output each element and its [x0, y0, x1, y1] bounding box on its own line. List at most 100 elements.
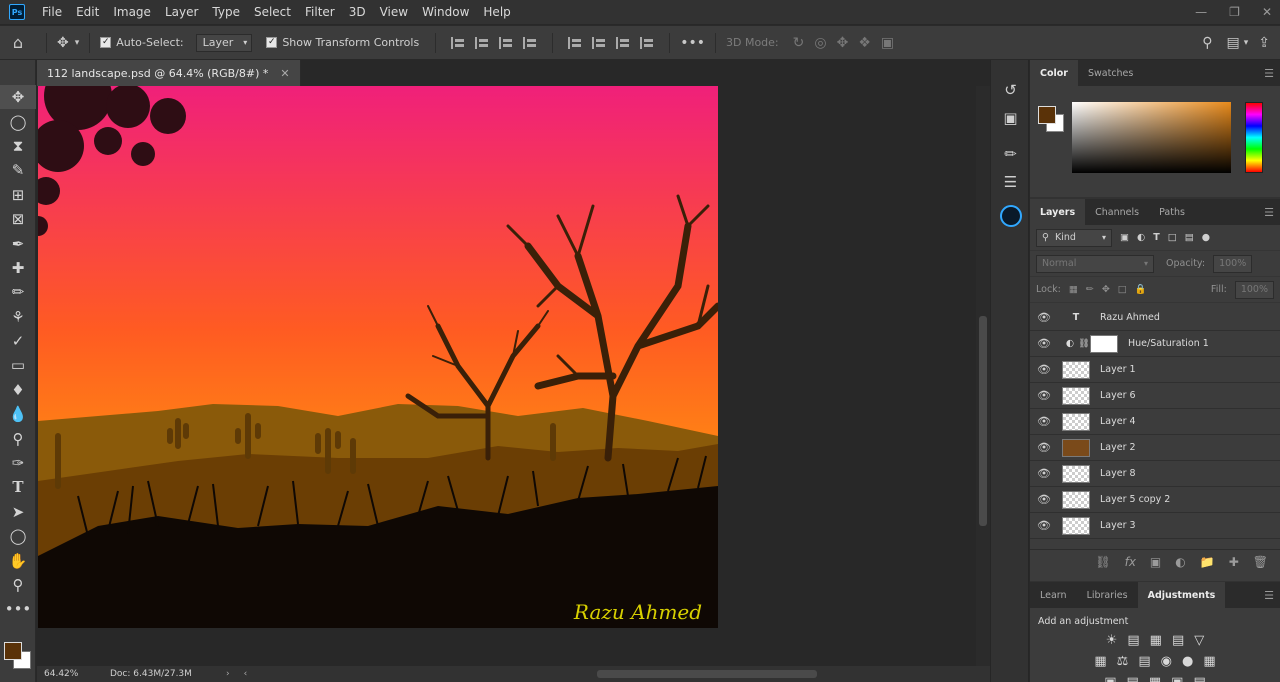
- visibility-eye-icon[interactable]: 👁: [1030, 467, 1058, 480]
- ellipse-tool-icon[interactable]: ◯: [0, 524, 36, 548]
- lock-transparency-icon[interactable]: ▦: [1069, 284, 1078, 295]
- layer-row[interactable]: 👁 Layer 1: [1030, 357, 1280, 383]
- menu-filter[interactable]: Filter: [298, 0, 342, 24]
- canvas-artwork[interactable]: Razu Ahmed: [38, 86, 718, 628]
- curves-icon[interactable]: ▦: [1150, 633, 1162, 648]
- hue-saturation-icon[interactable]: ▦: [1094, 654, 1106, 669]
- 3d-orbit-icon[interactable]: ↻: [793, 35, 805, 51]
- zoom-level[interactable]: 64.42%: [44, 669, 110, 679]
- new-layer-icon[interactable]: ✚: [1229, 555, 1239, 569]
- filter-toggle-icon[interactable]: ●: [1202, 232, 1210, 243]
- brush-settings-icon[interactable]: ✏: [991, 140, 1030, 168]
- blend-mode-dropdown[interactable]: Normal ▾: [1036, 254, 1154, 273]
- black-white-icon[interactable]: ▤: [1138, 654, 1150, 669]
- layer-row[interactable]: 👁 Layer 8: [1030, 461, 1280, 487]
- brightness-contrast-icon[interactable]: ☀: [1106, 633, 1118, 648]
- visibility-eye-icon[interactable]: 👁: [1030, 415, 1058, 428]
- posterize-icon[interactable]: ▤: [1127, 675, 1139, 682]
- menu-file[interactable]: File: [35, 0, 69, 24]
- add-mask-icon[interactable]: ▣: [1150, 555, 1161, 569]
- quick-select-tool-icon[interactable]: ✎: [0, 158, 36, 182]
- visibility-eye-icon[interactable]: 👁: [1030, 311, 1058, 324]
- exposure-icon[interactable]: ▤: [1172, 633, 1184, 648]
- dodge-tool-icon[interactable]: ⚲: [0, 426, 36, 450]
- layer-row[interactable]: 👁 Layer 3: [1030, 513, 1280, 539]
- horizontal-scrollbar-thumb[interactable]: [597, 670, 817, 678]
- delete-layer-icon[interactable]: 🗑: [1253, 555, 1268, 569]
- path-selection-tool-icon[interactable]: ➤: [0, 500, 36, 524]
- visibility-eye-icon[interactable]: 👁: [1030, 337, 1058, 350]
- distribute-vertical-icon[interactable]: [640, 36, 654, 49]
- lock-position-icon[interactable]: ✥: [1102, 284, 1110, 295]
- type-tool-icon[interactable]: T: [0, 475, 36, 499]
- panel-menu-icon[interactable]: ☰: [1264, 206, 1274, 219]
- move-tool-icon[interactable]: ✥: [0, 85, 36, 110]
- chevron-right-icon[interactable]: ›: [226, 669, 230, 679]
- gradient-map-icon[interactable]: ▣: [1171, 675, 1183, 682]
- align-left-icon[interactable]: [451, 36, 465, 49]
- menu-image[interactable]: Image: [106, 0, 158, 24]
- filter-pixel-icon[interactable]: ▣: [1120, 232, 1129, 243]
- frame-tool-icon[interactable]: ⊠: [0, 207, 36, 231]
- hand-tool-icon[interactable]: ✋: [0, 548, 36, 572]
- invert-icon[interactable]: ▣: [1104, 675, 1116, 682]
- layer-row[interactable]: 👁 Layer 5 copy 2: [1030, 487, 1280, 513]
- visibility-eye-icon[interactable]: 👁: [1030, 441, 1058, 454]
- crop-tool-icon[interactable]: ⊞: [0, 183, 36, 207]
- history-panel-icon[interactable]: ↺: [991, 76, 1030, 104]
- filter-smart-object-icon[interactable]: ▤: [1185, 232, 1194, 243]
- tab-layers[interactable]: Layers: [1030, 199, 1086, 225]
- foreground-color-swatch[interactable]: [4, 642, 22, 660]
- menu-view[interactable]: View: [373, 0, 415, 24]
- vertical-scrollbar[interactable]: [976, 86, 990, 666]
- layer-kind-filter[interactable]: ⚲ Kind ▾: [1036, 228, 1112, 247]
- clone-stamp-tool-icon[interactable]: ⚘: [0, 305, 36, 329]
- vertical-scrollbar-thumb[interactable]: [979, 316, 987, 526]
- adjustments-sliders-icon[interactable]: ☰: [991, 168, 1030, 196]
- lock-artboard-icon[interactable]: □: [1118, 284, 1127, 295]
- align-top-icon[interactable]: [568, 36, 582, 49]
- hue-slider[interactable]: [1245, 102, 1263, 173]
- tab-channels[interactable]: Channels: [1085, 199, 1149, 225]
- healing-brush-tool-icon[interactable]: ✚: [0, 256, 36, 280]
- eyedropper-tool-icon[interactable]: ✒: [0, 231, 36, 255]
- 3d-roll-icon[interactable]: ◎: [814, 35, 826, 51]
- search-icon[interactable]: ⚲: [1202, 35, 1212, 51]
- zoom-tool-icon[interactable]: ⚲: [0, 573, 36, 597]
- layer-row[interactable]: 👁 Layer 2: [1030, 435, 1280, 461]
- menu-3d[interactable]: 3D: [342, 0, 373, 24]
- tab-color[interactable]: Color: [1030, 60, 1078, 86]
- menu-help[interactable]: Help: [476, 0, 517, 24]
- new-group-icon[interactable]: 📁: [1200, 555, 1215, 569]
- brush-tool-icon[interactable]: ✏: [0, 280, 36, 304]
- lock-pixels-icon[interactable]: ✏: [1086, 284, 1094, 295]
- link-layers-icon[interactable]: ⛓: [1095, 555, 1110, 569]
- visibility-eye-icon[interactable]: 👁: [1030, 363, 1058, 376]
- align-center-icon[interactable]: [475, 36, 489, 49]
- close-icon[interactable]: ✕: [1262, 5, 1272, 19]
- filter-shape-icon[interactable]: □: [1168, 232, 1177, 243]
- 3d-slide-icon[interactable]: ❖: [858, 35, 871, 51]
- threshold-icon[interactable]: ▦: [1149, 675, 1161, 682]
- properties-panel-icon[interactable]: ▣: [991, 104, 1030, 132]
- tab-adjustments[interactable]: Adjustments: [1137, 582, 1226, 608]
- vibrance-icon[interactable]: ▽: [1194, 633, 1204, 648]
- auto-select-checkbox[interactable]: ✓: [100, 37, 112, 48]
- layer-row[interactable]: 👁 Layer 6: [1030, 383, 1280, 409]
- blur-tool-icon[interactable]: 💧: [0, 402, 36, 426]
- filter-type-icon[interactable]: T: [1153, 232, 1159, 243]
- new-adjustment-icon[interactable]: ◐: [1175, 555, 1185, 569]
- lasso-tool-icon[interactable]: ⧗: [0, 134, 36, 158]
- panel-menu-icon[interactable]: ☰: [1264, 589, 1274, 602]
- color-picker-field[interactable]: [1072, 102, 1231, 173]
- tab-libraries[interactable]: Libraries: [1077, 582, 1138, 608]
- home-icon[interactable]: ⌂: [0, 33, 36, 52]
- photo-filter-icon[interactable]: ◉: [1161, 654, 1172, 669]
- filter-adjustment-icon[interactable]: ◐: [1137, 232, 1145, 243]
- layer-row[interactable]: 👁 ◐ ⛓ Hue/Saturation 1: [1030, 331, 1280, 357]
- tab-paths[interactable]: Paths: [1149, 199, 1195, 225]
- menu-edit[interactable]: Edit: [69, 0, 106, 24]
- chevron-down-icon[interactable]: ▾: [1244, 38, 1249, 48]
- color-lookup-icon[interactable]: ▦: [1203, 654, 1215, 669]
- marquee-tool-icon[interactable]: ◯: [0, 109, 36, 133]
